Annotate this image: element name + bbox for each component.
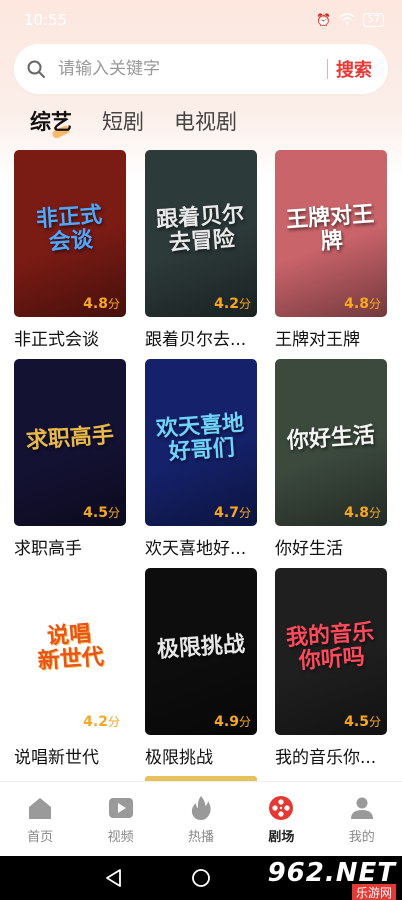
poster-artwork-title: 非正式 会谈 xyxy=(35,202,103,256)
wifi-icon xyxy=(339,12,355,28)
show-poster[interactable]: 你好生活 4.8分 xyxy=(275,359,387,526)
search-icon xyxy=(14,59,58,79)
show-title[interactable]: 王牌对王牌 xyxy=(275,325,387,350)
rating-unit: 分 xyxy=(368,715,381,729)
battery-icon: 57 xyxy=(363,13,384,27)
show-title[interactable]: 你好生活 xyxy=(275,534,387,559)
show-rating: 4.2分 xyxy=(214,295,251,312)
show-poster[interactable]: 我的音乐 你听吗 4.5分 xyxy=(275,568,387,735)
rating-unit: 分 xyxy=(368,506,381,520)
show-card[interactable]: 你好生活 4.8分 你好生活 xyxy=(275,359,387,559)
rating-unit: 分 xyxy=(238,506,251,520)
bottom-nav: 首页 视频 热播 剧场 我的 xyxy=(0,781,402,856)
poster-artwork-title: 说唱 新世代 xyxy=(36,621,105,675)
category-tabs: 综艺 短剧 电视剧 xyxy=(30,106,237,136)
nav-theater-label: 剧场 xyxy=(268,829,295,845)
nav-mine[interactable]: 我的 xyxy=(332,794,392,845)
rating-unit: 分 xyxy=(107,715,120,729)
poster-artwork-title: 你好生活 xyxy=(286,422,376,454)
show-card[interactable]: 王牌对王牌 4.8分 王牌对王牌 xyxy=(275,150,387,350)
show-card[interactable]: 我的音乐 你听吗 4.5分我的音乐你... xyxy=(275,568,387,768)
show-title[interactable]: 跟着贝尔去... xyxy=(145,325,257,350)
poster-artwork-title: 王牌对王牌 xyxy=(285,201,375,255)
poster-artwork-title: 求职高手 xyxy=(25,422,115,454)
watermark-logo: 962.NET 乐游网 xyxy=(268,858,396,900)
poster-artwork-title: 欢天喜地 好哥们 xyxy=(155,410,245,466)
show-rating: 4.8分 xyxy=(344,504,381,521)
show-card[interactable]: 欢天喜地 好哥们 4.7分欢天喜地好... xyxy=(145,359,257,559)
home-icon xyxy=(26,794,54,822)
nav-video-label: 视频 xyxy=(107,829,134,845)
show-card[interactable]: 极限挑战 4.9分 极限挑战 xyxy=(145,568,257,768)
user-icon xyxy=(348,794,376,822)
nav-mine-label: 我的 xyxy=(348,829,375,845)
poster-artwork-title: 我的音乐 你听吗 xyxy=(285,619,375,675)
show-title[interactable]: 欢天喜地好... xyxy=(145,534,257,559)
rating-value: 4.7 xyxy=(214,505,239,521)
video-play-icon xyxy=(107,794,135,822)
show-card[interactable]: 说唱 新世代 4.2分说唱新世代 xyxy=(14,568,126,768)
rating-value: 4.2 xyxy=(214,296,239,312)
poster-artwork-title: 跟着贝尔 去冒险 xyxy=(155,201,245,257)
nav-home[interactable]: 首页 xyxy=(10,794,70,845)
show-title[interactable]: 求职高手 xyxy=(14,534,126,559)
rating-unit: 分 xyxy=(238,715,251,729)
show-rating: 4.5分 xyxy=(344,713,381,730)
tab-tv-series[interactable]: 电视剧 xyxy=(174,106,237,136)
alarm-icon: ⏰ xyxy=(316,13,332,27)
search-button[interactable]: 搜索 xyxy=(336,56,372,82)
nav-hot-label: 热播 xyxy=(187,829,214,845)
rating-unit: 分 xyxy=(107,297,120,311)
tab-variety[interactable]: 综艺 xyxy=(30,106,72,136)
rating-unit: 分 xyxy=(368,297,381,311)
nav-theater[interactable]: 剧场 xyxy=(251,794,311,845)
rating-value: 4.5 xyxy=(83,505,108,521)
watermark-sub: 乐游网 xyxy=(351,884,396,900)
rating-value: 4.8 xyxy=(344,296,369,312)
show-rating: 4.8分 xyxy=(83,295,120,312)
tab-short-drama[interactable]: 短剧 xyxy=(102,106,144,136)
show-poster[interactable]: 求职高手 4.5分 xyxy=(14,359,126,526)
rating-unit: 分 xyxy=(238,297,251,311)
show-card[interactable]: 跟着贝尔 去冒险 4.2分跟着贝尔去... xyxy=(145,150,257,350)
rating-value: 4.8 xyxy=(344,505,369,521)
status-bar: 10:55 ⏰ 57 xyxy=(0,0,402,40)
poster-artwork-title: 极限挑战 xyxy=(156,631,246,663)
home-circle-icon[interactable] xyxy=(191,868,211,892)
show-card[interactable]: 求职高手 4.5分 求职高手 xyxy=(14,359,126,559)
search-input[interactable] xyxy=(58,59,327,79)
show-rating: 4.5分 xyxy=(83,504,120,521)
show-rating: 4.7分 xyxy=(214,504,251,521)
nav-home-label: 首页 xyxy=(27,829,54,845)
show-title[interactable]: 极限挑战 xyxy=(145,743,257,768)
status-icons: ⏰ 57 xyxy=(316,12,384,28)
show-title[interactable]: 非正式会谈 xyxy=(14,325,126,350)
show-rating: 4.2分 xyxy=(83,713,120,730)
search-bar: 搜索 xyxy=(14,44,388,94)
show-poster[interactable]: 极限挑战 4.9分 xyxy=(145,568,257,735)
rating-value: 4.8 xyxy=(83,296,108,312)
show-poster[interactable]: 欢天喜地 好哥们 4.7分 xyxy=(145,359,257,526)
show-title[interactable]: 说唱新世代 xyxy=(14,743,126,768)
show-card[interactable]: 非正式 会谈 4.8分非正式会谈 xyxy=(14,150,126,350)
show-title[interactable]: 我的音乐你... xyxy=(275,743,387,768)
nav-hot[interactable]: 热播 xyxy=(171,794,231,845)
back-icon[interactable] xyxy=(104,868,122,892)
show-poster[interactable]: 说唱 新世代 4.2分 xyxy=(14,568,126,735)
rating-value: 4.2 xyxy=(83,714,108,730)
show-poster[interactable]: 非正式 会谈 4.8分 xyxy=(14,150,126,317)
nav-video[interactable]: 视频 xyxy=(91,794,151,845)
battery-level: 57 xyxy=(367,14,380,25)
search-divider xyxy=(327,59,328,79)
show-rating: 4.8分 xyxy=(344,295,381,312)
rating-value: 4.9 xyxy=(214,714,239,730)
show-rating: 4.9分 xyxy=(214,713,251,730)
rating-value: 4.5 xyxy=(344,714,369,730)
show-poster[interactable]: 跟着贝尔 去冒险 4.2分 xyxy=(145,150,257,317)
status-time: 10:55 xyxy=(24,11,68,29)
film-reel-icon xyxy=(267,794,295,822)
flame-icon xyxy=(187,794,215,822)
show-poster[interactable]: 王牌对王牌 4.8分 xyxy=(275,150,387,317)
rating-unit: 分 xyxy=(107,506,120,520)
